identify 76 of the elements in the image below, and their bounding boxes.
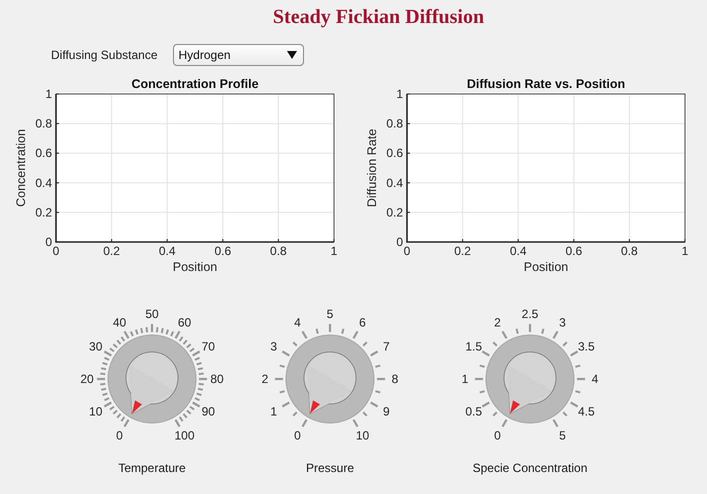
scale-label: 40 xyxy=(112,316,126,330)
tick-label: 0.2 xyxy=(35,205,52,220)
chart-title: Diffusion Rate vs. Position xyxy=(466,77,626,91)
tick-label: 1 xyxy=(682,244,688,258)
tick-label: 1 xyxy=(396,87,403,101)
scale-label: 100 xyxy=(174,428,195,442)
axis-label: Position xyxy=(524,260,568,274)
scale-label: 0 xyxy=(494,428,501,442)
knob-label: Temperature xyxy=(118,461,186,475)
scale-label: 3 xyxy=(559,316,566,330)
knob[interactable] xyxy=(486,334,574,424)
scale-label: 60 xyxy=(178,316,192,330)
scale-label: 80 xyxy=(210,372,224,386)
scale-label: 8 xyxy=(392,372,398,386)
scale-label: 1 xyxy=(270,404,278,418)
tick-label: 0.2 xyxy=(386,205,403,220)
tick-label: 0.6 xyxy=(565,244,582,258)
tick-label: 0 xyxy=(404,244,410,258)
scale-label: 3 xyxy=(270,340,278,354)
tick-label: 0 xyxy=(45,235,52,249)
tick-label: 1 xyxy=(330,244,338,258)
scale-label: 1.5 xyxy=(465,340,482,354)
scale-label: 7 xyxy=(382,340,390,354)
scale-label: 5 xyxy=(326,307,334,321)
scale-label: 50 xyxy=(145,307,159,321)
tick-label: 0.6 xyxy=(214,244,232,258)
tick-label: 0.2 xyxy=(103,244,120,258)
scale-label: 30 xyxy=(89,340,102,354)
scale-label: 0 xyxy=(294,428,301,442)
tick-label: 0.6 xyxy=(35,146,52,160)
tick-label: 0.8 xyxy=(270,244,287,258)
tick-label: 0.4 xyxy=(386,176,403,190)
tick-label: 0.4 xyxy=(35,176,52,190)
tick-label: 0 xyxy=(396,235,403,249)
knob-label: Specie Concentration xyxy=(472,461,588,475)
tick-label: 0.8 xyxy=(35,116,52,131)
scale-label: 2.5 xyxy=(522,307,538,321)
knob-pointer xyxy=(310,400,320,414)
tick-label: 0.8 xyxy=(386,116,403,131)
scale-label: 6 xyxy=(359,316,366,330)
axis-label: Position xyxy=(172,260,218,274)
scale-label: 3.5 xyxy=(578,340,595,354)
scale-label: 4.5 xyxy=(578,404,595,418)
knob-label: Pressure xyxy=(306,461,354,475)
scale-label: 9 xyxy=(382,404,390,418)
knob-pointer xyxy=(132,400,142,414)
tick-label: 0.4 xyxy=(158,244,176,258)
tick-label: 0.2 xyxy=(454,244,471,258)
chart-title: Concentration Profile xyxy=(131,77,259,91)
tick-label: 0.4 xyxy=(510,244,527,258)
app-title: Steady Fickian Diffusion xyxy=(272,6,484,29)
scale-label: 5 xyxy=(559,428,566,442)
dropdown-arrow-icon xyxy=(286,51,297,59)
scale-label: 0 xyxy=(116,428,123,442)
scale-label: 20 xyxy=(80,372,94,386)
field-label: Diffusing Substance xyxy=(51,48,158,62)
scale-label: 10 xyxy=(356,428,370,442)
tick-label: 1 xyxy=(45,87,52,101)
axis-label: Diffusion Rate xyxy=(365,128,379,208)
tick-label: 0.6 xyxy=(386,146,403,160)
scale-label: 90 xyxy=(202,404,215,418)
substance-dropdown[interactable]: Hydrogen xyxy=(172,44,304,66)
scale-label: 1 xyxy=(462,372,468,386)
scale-label: 4 xyxy=(592,372,598,386)
knob[interactable] xyxy=(108,334,196,424)
scale-label: 0.5 xyxy=(465,404,482,418)
tick-label: 0.8 xyxy=(621,244,638,258)
knob[interactable] xyxy=(286,334,374,424)
scale-label: 4 xyxy=(294,316,301,330)
scale-label: 70 xyxy=(202,340,215,354)
axis-label: Concentration xyxy=(14,129,28,207)
scale-label: 2 xyxy=(494,316,501,330)
scale-label: 2 xyxy=(262,372,268,386)
knob-pointer xyxy=(510,400,520,414)
tick-label: 0 xyxy=(52,244,60,258)
scale-label: 10 xyxy=(89,404,102,418)
